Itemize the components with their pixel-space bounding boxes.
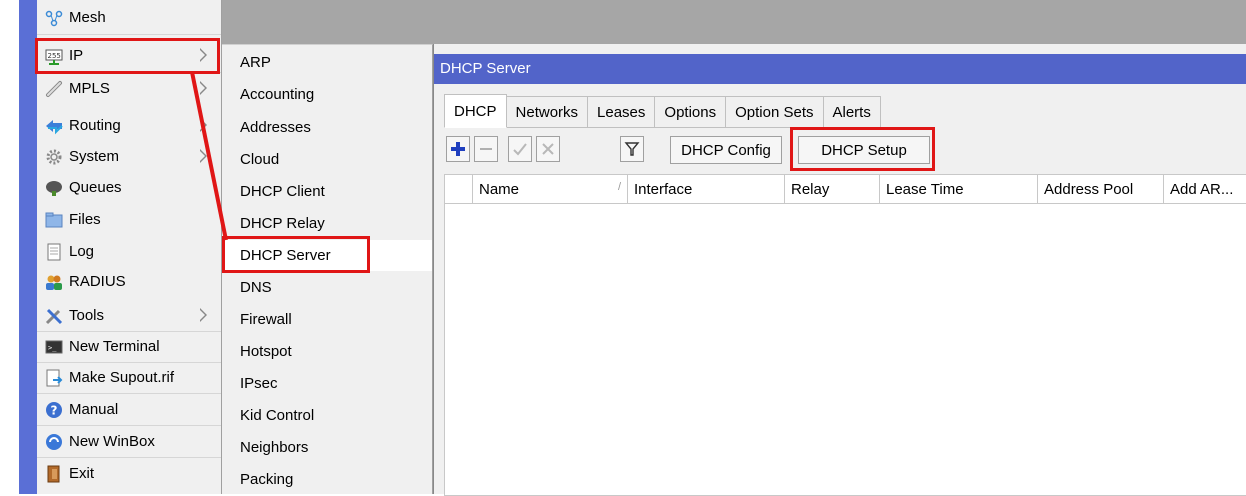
highlight-connector-line [190, 71, 228, 241]
